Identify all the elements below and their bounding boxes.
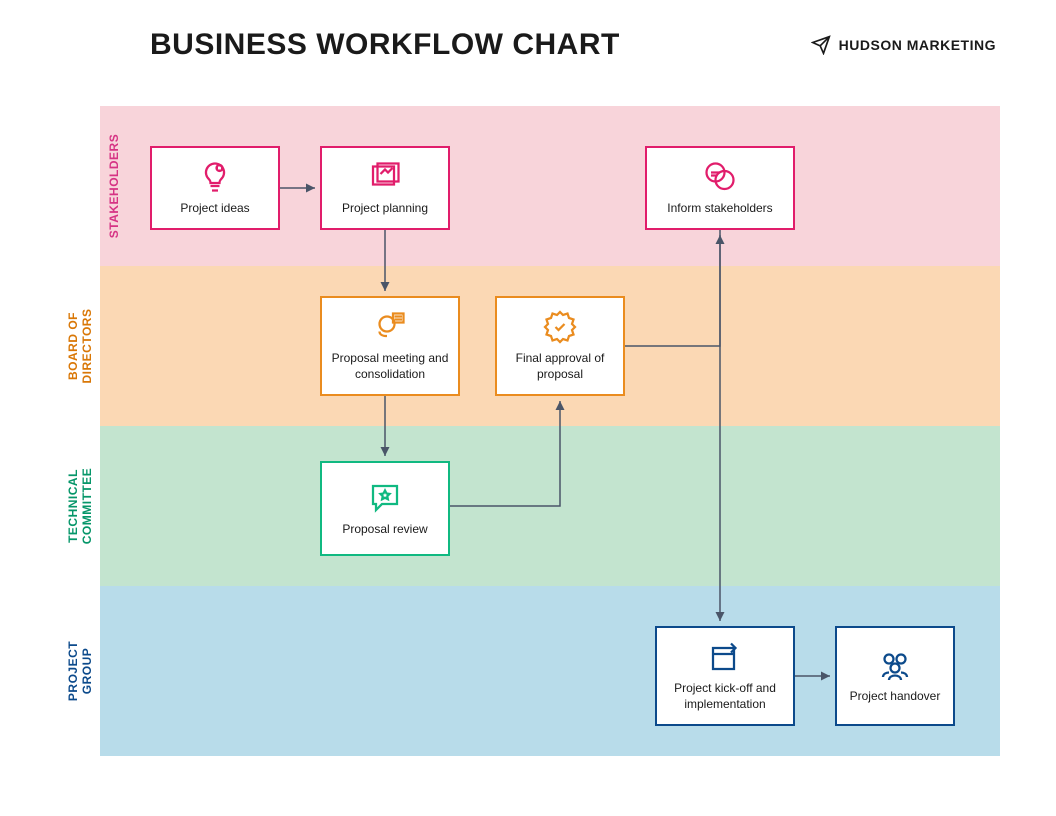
node-proposal-review: Proposal review (320, 461, 450, 556)
node-label: Final approval of proposal (505, 351, 615, 382)
node-kickoff: Project kick-off and implementation (655, 626, 795, 726)
lane-label-stakeholders: STAKEHOLDERS (107, 134, 121, 238)
kickoff-icon (707, 639, 743, 675)
node-label: Project ideas (180, 201, 249, 217)
node-label: Proposal review (342, 522, 427, 538)
team-icon (877, 647, 913, 683)
node-project-ideas: Project ideas (150, 146, 280, 230)
lane-label-technical: TECHNICAL COMMITTEE (66, 446, 94, 566)
document-icon (367, 159, 403, 195)
lane-label-board: BOARD OF DIRECTORS (66, 286, 94, 406)
node-label: Project kick-off and implementation (665, 681, 785, 712)
chat-icon (702, 159, 738, 195)
node-label: Inform stakeholders (667, 201, 772, 217)
review-icon (367, 480, 403, 516)
lane-technical: TECHNICAL COMMITTEE (100, 426, 1000, 586)
approval-icon (542, 309, 578, 345)
page-title: BUSINESS WORKFLOW CHART (150, 28, 620, 62)
node-label: Project handover (850, 689, 941, 705)
node-final-approval: Final approval of proposal (495, 296, 625, 396)
brand-logo: HUDSON MARKETING (811, 35, 996, 55)
node-handover: Project handover (835, 626, 955, 726)
node-inform-stakeholders: Inform stakeholders (645, 146, 795, 230)
node-proposal-meeting: Proposal meeting and consolidation (320, 296, 460, 396)
node-label: Project planning (342, 201, 428, 217)
node-label: Proposal meeting and consolidation (330, 351, 450, 382)
node-project-planning: Project planning (320, 146, 450, 230)
lane-label-project: PROJECT GROUP (66, 621, 94, 721)
paper-plane-icon (811, 35, 831, 55)
lightbulb-icon (197, 159, 233, 195)
swimlane-container: STAKEHOLDERS BOARD OF DIRECTORS TECHNICA… (100, 106, 1000, 756)
meeting-icon (372, 309, 408, 345)
